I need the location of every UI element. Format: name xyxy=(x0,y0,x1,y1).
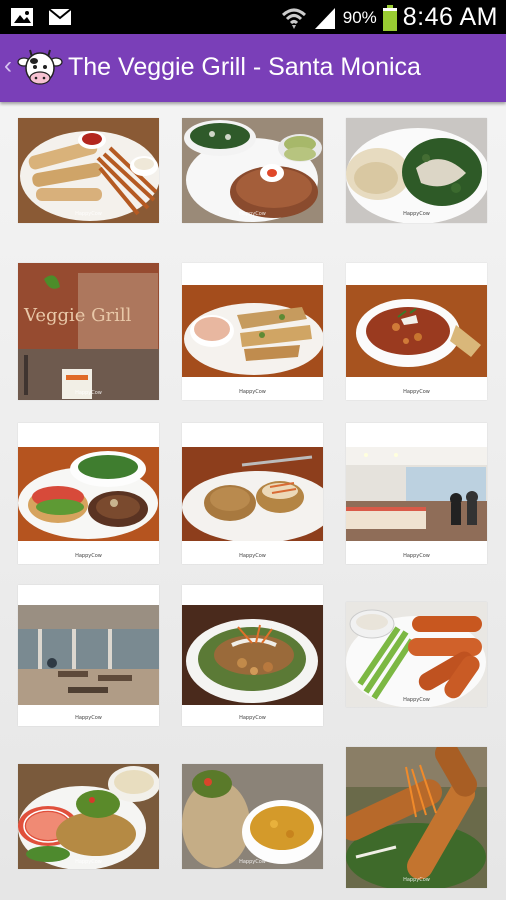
wifi-icon xyxy=(281,8,306,29)
burrito-with-mac-photo xyxy=(182,764,323,869)
wrap-with-fries-photo xyxy=(18,118,159,223)
restaurant-interior-photo xyxy=(346,447,487,541)
watermark: HappyCow xyxy=(75,211,102,217)
loaded-salad-bowl-photo xyxy=(182,605,323,705)
page-title: The Veggie Grill - Santa Monica xyxy=(68,53,421,81)
open-burger-with-salad-photo xyxy=(18,447,159,541)
photo-thumbnail[interactable]: HappyCow xyxy=(18,118,159,223)
window-sign-text: Veggie Grill xyxy=(23,305,132,326)
watermark: HappyCow xyxy=(75,553,102,559)
plate-with-kale-and-gravy-photo xyxy=(346,118,487,223)
status-bar: 90% 8:46 AM xyxy=(0,0,506,34)
photo-thumbnail[interactable]: HappyCow xyxy=(182,263,323,400)
watermark: HappyCow xyxy=(403,697,430,703)
photo-grid: HappyCow HappyCow HappyCow Veggie Grill … xyxy=(0,102,506,900)
photo-thumbnail[interactable]: HappyCow xyxy=(182,764,323,869)
happycow-logo-icon[interactable] xyxy=(16,44,64,92)
clock: 8:46 AM xyxy=(402,3,498,31)
watermark: HappyCow xyxy=(75,715,102,721)
photo-thumbnail[interactable]: HappyCow xyxy=(182,423,323,564)
outdoor-patio-photo xyxy=(18,605,159,705)
sandwich-with-guacamole-photo xyxy=(18,764,159,869)
watermark: HappyCow xyxy=(403,389,430,395)
buffalo-wings-with-celery-photo xyxy=(346,602,487,707)
back-chevron-icon[interactable]: ‹ xyxy=(4,54,12,78)
photo-thumbnail[interactable]: HappyCow xyxy=(346,263,487,400)
photo-thumbnail[interactable]: HappyCow xyxy=(18,423,159,564)
action-bar: ‹ The Veggie Grill - Santa Monica xyxy=(0,34,506,102)
fried-strips-closeup-photo xyxy=(346,747,487,888)
watermark: HappyCow xyxy=(239,715,266,721)
signal-icon xyxy=(314,7,335,29)
battery-percentage: 90% xyxy=(342,7,377,27)
photo-thumbnail[interactable]: HappyCow xyxy=(182,585,323,726)
watermark: HappyCow xyxy=(239,389,266,395)
burger-with-kale-salad-photo xyxy=(182,118,323,223)
watermark: HappyCow xyxy=(403,211,430,217)
image-icon xyxy=(11,8,33,26)
photo-thumbnail[interactable]: HappyCow xyxy=(346,602,487,707)
photo-thumbnail[interactable]: HappyCow xyxy=(346,423,487,564)
mail-icon xyxy=(48,8,72,25)
watermark: HappyCow xyxy=(403,877,430,883)
watermark: HappyCow xyxy=(75,859,102,865)
photo-thumbnail[interactable]: HappyCow xyxy=(18,764,159,869)
photo-thumbnail[interactable]: HappyCow xyxy=(346,747,487,888)
photo-thumbnail[interactable]: HappyCow xyxy=(346,118,487,223)
restaurant-window-sign-photo: Veggie Grill xyxy=(18,263,159,400)
photo-thumbnail[interactable]: HappyCow xyxy=(182,118,323,223)
photo-thumbnail[interactable]: HappyCow xyxy=(18,585,159,726)
crab-cakes-photo xyxy=(182,447,323,541)
watermark: HappyCow xyxy=(239,553,266,559)
photo-thumbnail[interactable]: Veggie Grill HappyCow xyxy=(18,263,159,400)
battery-icon xyxy=(382,4,397,31)
chili-bowl-photo xyxy=(346,285,487,377)
watermark: HappyCow xyxy=(75,390,102,396)
watermark: HappyCow xyxy=(403,553,430,559)
watermark: HappyCow xyxy=(239,859,266,865)
chickin-strips-with-dip-photo xyxy=(182,285,323,377)
watermark: HappyCow xyxy=(239,211,266,217)
